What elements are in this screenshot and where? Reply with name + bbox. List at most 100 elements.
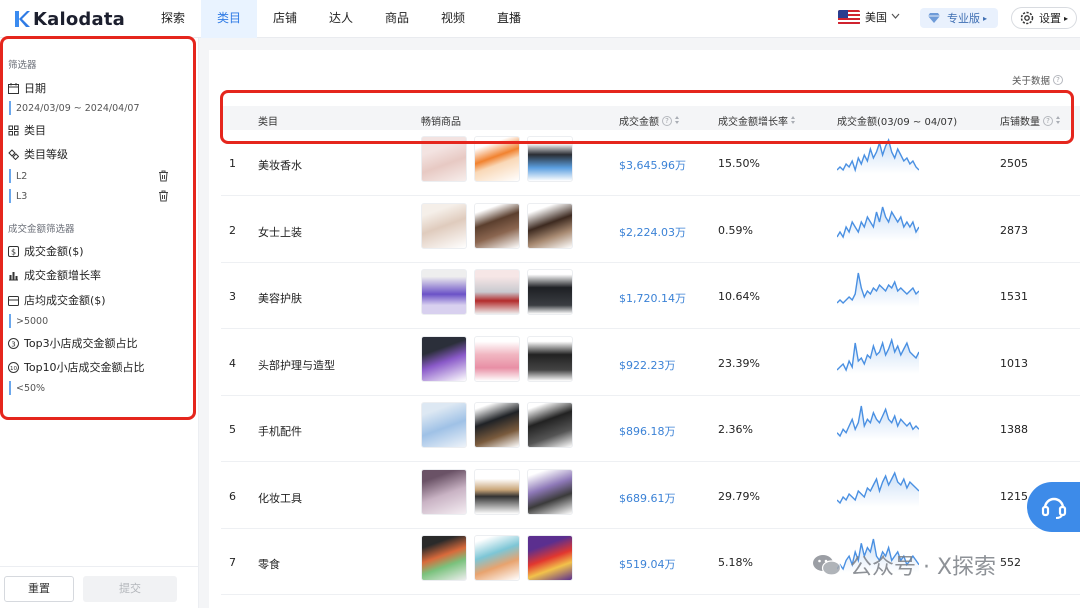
pro-version-button[interactable]: 专业版 ▸ <box>920 8 998 28</box>
category-level-filter[interactable]: 类目等级 <box>0 146 199 162</box>
gmv-cell: $896.18万 <box>619 425 676 438</box>
top10-label: Top10小店成交金额占比 <box>24 361 145 374</box>
product-thumbnail[interactable] <box>527 269 573 315</box>
date-label: 日期 <box>24 82 46 95</box>
table-row[interactable]: 3 美容护肤 $1,720.14万 10.64% 1531 <box>221 263 1080 329</box>
nav-item-product[interactable]: 商品 <box>369 0 425 38</box>
sort-icon[interactable] <box>675 116 680 125</box>
column-header-gmv[interactable]: 成交金额? <box>619 113 680 128</box>
column-label: 畅销商品 <box>421 117 461 128</box>
level-item-l3[interactable]: L3 <box>0 189 199 203</box>
table-row[interactable]: 2 女士上装 $2,224.03万 0.59% 2873 <box>221 196 1080 263</box>
product-thumbnail[interactable] <box>474 468 520 515</box>
gmv-trend-sparkline[interactable] <box>837 470 919 507</box>
growth-cell: 29.79% <box>718 489 760 503</box>
table-row[interactable]: 4 头部护理与造型 $922.23万 23.39% 1013 <box>221 329 1080 396</box>
product-thumbnail[interactable] <box>421 202 467 249</box>
product-thumbnail[interactable] <box>474 269 520 315</box>
gmv-filter[interactable]: $ 成交金额($) <box>0 243 199 259</box>
product-thumbnail[interactable] <box>421 335 467 382</box>
puzzle-icon <box>8 148 19 160</box>
customer-support-button[interactable] <box>1027 482 1080 532</box>
logo[interactable]: Kalodata <box>14 6 125 32</box>
gmv-growth-filter[interactable]: 成交金额增长率 <box>0 267 199 283</box>
avg-shop-gmv-value[interactable]: >5000 <box>0 314 199 328</box>
question-icon: ? <box>1053 75 1064 85</box>
growth-cell: 2.36% <box>718 423 753 436</box>
top-products <box>421 202 580 249</box>
sort-icon[interactable] <box>791 116 796 125</box>
headset-icon <box>1041 497 1067 519</box>
top10-value[interactable]: <50% <box>0 381 199 395</box>
nav-item-category[interactable]: 类目 <box>201 0 257 38</box>
avg-shop-gmv-filter[interactable]: 店均成交金额($) <box>0 292 199 308</box>
product-thumbnail[interactable] <box>421 269 467 315</box>
table-row[interactable]: 5 手机配件 $896.18万 2.36% 1388 <box>221 396 1080 462</box>
top10-share-filter[interactable]: 10 Top10小店成交金额占比 <box>0 359 199 375</box>
gmv-trend-sparkline[interactable] <box>837 404 919 440</box>
category-filter[interactable]: 类目 <box>0 122 199 138</box>
gmv-trend-sparkline[interactable] <box>837 337 919 374</box>
product-thumbnail[interactable] <box>421 535 467 581</box>
level-item-l2[interactable]: L2 <box>0 169 199 183</box>
nav-item-video[interactable]: 视频 <box>425 0 481 38</box>
product-thumbnail[interactable] <box>474 402 520 448</box>
nav-item-live[interactable]: 直播 <box>481 0 537 38</box>
table-row[interactable]: 1 美妆香水 $3,645.96万 15.50% 2505 <box>221 130 1080 196</box>
gmv-trend-sparkline[interactable] <box>837 138 919 174</box>
calendar-icon <box>8 82 19 94</box>
top3-share-filter[interactable]: 3 Top3小店成交金额占比 <box>0 335 199 351</box>
top3-label: Top3小店成交金额占比 <box>24 337 138 350</box>
sparkline-area <box>837 140 919 174</box>
about-data-link[interactable]: 关于数据 ? <box>1012 73 1064 87</box>
reset-button[interactable]: 重置 <box>4 576 74 602</box>
product-thumbnail[interactable] <box>527 202 573 249</box>
avg-shop-gmv-label: 店均成交金额($) <box>24 294 106 307</box>
submit-button[interactable]: 提交 <box>83 576 177 602</box>
shop-count-cell: 1531 <box>1000 290 1028 303</box>
value-indicator <box>9 314 11 328</box>
column-header-growth[interactable]: 成交金额增长率 <box>718 113 796 128</box>
category-name-link[interactable]: 化妆工具 <box>258 490 302 506</box>
trash-icon[interactable] <box>158 170 169 182</box>
trash-icon[interactable] <box>158 190 169 202</box>
category-name-link[interactable]: 零食 <box>258 556 280 572</box>
gmv-trend-sparkline[interactable] <box>837 205 919 241</box>
sparkline-area <box>837 273 919 307</box>
country-selector[interactable]: 美国 <box>838 9 900 25</box>
product-thumbnail[interactable] <box>474 335 520 382</box>
table-row[interactable]: 6 化妆工具 $689.61万 29.79% 1215 <box>221 462 1080 529</box>
product-thumbnail[interactable] <box>527 136 573 182</box>
product-thumbnail[interactable] <box>474 202 520 249</box>
category-name-link[interactable]: 美容护肤 <box>258 290 302 306</box>
product-thumbnail[interactable] <box>527 535 573 581</box>
category-name-link[interactable]: 手机配件 <box>258 423 302 439</box>
top-products <box>421 468 580 515</box>
shop-count-cell: 2505 <box>1000 157 1028 170</box>
product-thumbnail[interactable] <box>421 402 467 448</box>
product-thumbnail[interactable] <box>421 468 467 515</box>
nav-item-creator[interactable]: 达人 <box>313 0 369 38</box>
product-thumbnail[interactable] <box>474 535 520 581</box>
nav-item-shop[interactable]: 店铺 <box>257 0 313 38</box>
svg-text:3: 3 <box>11 340 15 348</box>
nav-item-explore[interactable]: 探索 <box>145 0 201 38</box>
category-name-link[interactable]: 女士上装 <box>258 224 302 240</box>
category-name-link[interactable]: 美妆香水 <box>258 157 302 173</box>
date-filter[interactable]: 日期 <box>0 80 199 96</box>
product-thumbnail[interactable] <box>527 468 573 515</box>
sort-icon[interactable] <box>1056 116 1061 125</box>
column-header-shops[interactable]: 店铺数量? <box>1000 113 1061 128</box>
column-label: 店铺数量 <box>1000 117 1040 128</box>
product-thumbnail[interactable] <box>421 136 467 182</box>
settings-button[interactable]: 设置 ▸ <box>1011 7 1077 29</box>
product-thumbnail[interactable] <box>474 136 520 182</box>
diamond-icon <box>928 13 940 23</box>
product-thumbnail[interactable] <box>527 402 573 448</box>
level-text: L2 <box>16 170 28 182</box>
category-name-link[interactable]: 头部护理与造型 <box>258 357 335 373</box>
gmv-trend-sparkline[interactable] <box>837 271 919 307</box>
date-range-value[interactable]: 2024/03/09 ~ 2024/04/07 <box>0 101 199 115</box>
rank-cell: 4 <box>229 356 236 370</box>
product-thumbnail[interactable] <box>527 335 573 382</box>
